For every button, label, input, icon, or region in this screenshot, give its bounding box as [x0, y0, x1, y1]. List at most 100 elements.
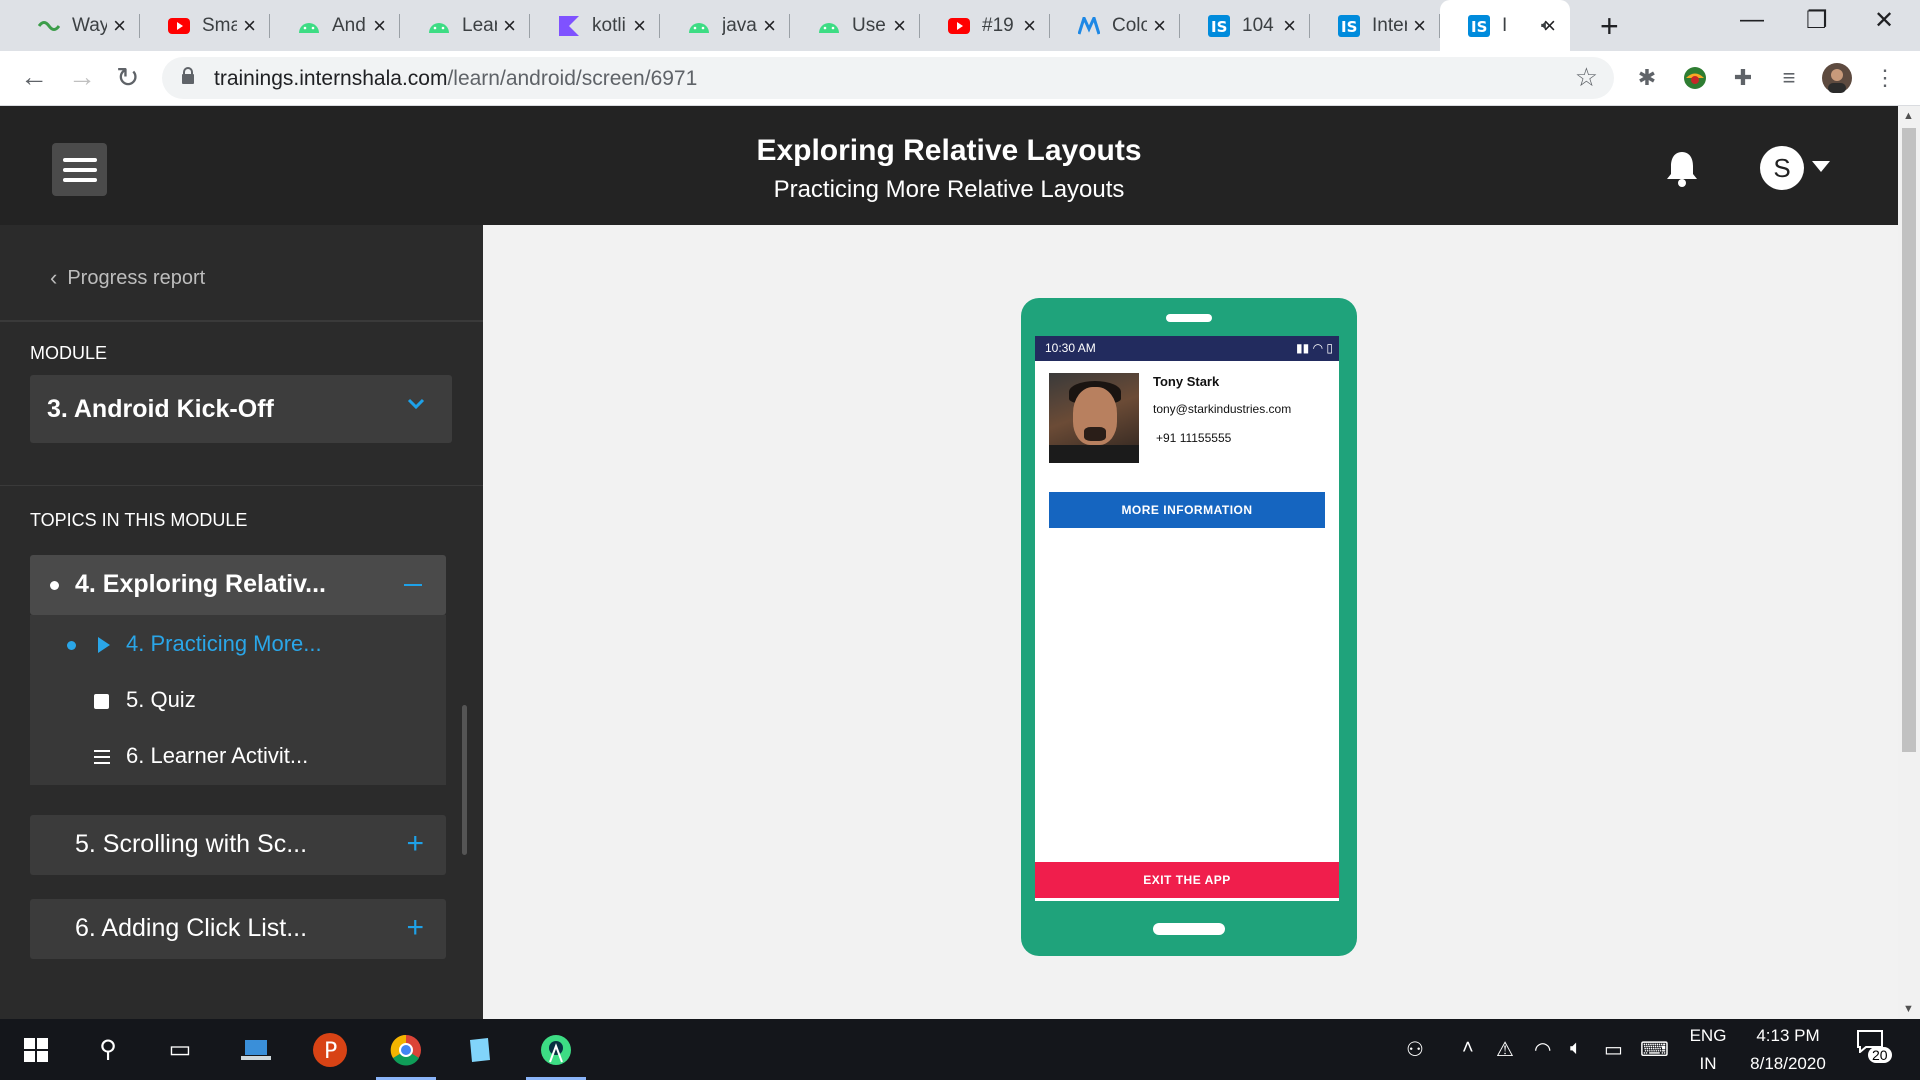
svg-text:IS: IS — [1341, 18, 1357, 36]
browser-tab[interactable]: Use × — [790, 0, 920, 51]
language-indicator[interactable]: ENG IN — [1688, 1026, 1728, 1074]
user-avatar[interactable]: S — [1760, 146, 1804, 190]
wifi-icon[interactable]: ◠ — [1534, 1037, 1551, 1062]
volume-icon[interactable]: 🔈︎ — [1570, 1037, 1582, 1060]
tab-title: 104 — [1242, 14, 1274, 36]
browser-tab[interactable]: IS 104 × — [1180, 0, 1310, 51]
tab-title: Way — [72, 14, 107, 36]
collapse-minus-icon[interactable] — [404, 584, 422, 586]
divider — [0, 485, 483, 486]
browser-tab[interactable]: IS I 🔈︎ × — [1440, 0, 1570, 51]
phone-home-button — [1153, 923, 1225, 935]
notification-bell-icon[interactable] — [1664, 148, 1700, 188]
close-tab-icon[interactable]: × — [893, 13, 906, 39]
task-view-icon[interactable]: ▭ — [144, 1019, 216, 1080]
close-tab-icon[interactable]: × — [113, 13, 126, 39]
minimize-icon[interactable]: — — [1740, 6, 1764, 34]
action-center-icon[interactable]: 20 — [1856, 1029, 1896, 1069]
profile-email: tony@starkindustries.com — [1153, 402, 1292, 416]
topic-item-active[interactable]: 4. Exploring Relativ... — [30, 555, 446, 615]
tab-title: Use — [852, 14, 886, 36]
module-label: MODULE — [30, 343, 108, 363]
exit-app-button[interactable]: EXIT THE APP — [1035, 862, 1339, 898]
browser-tab[interactable]: Colo × — [1050, 0, 1180, 51]
close-tab-icon[interactable]: × — [1283, 13, 1296, 39]
page-scrollbar[interactable]: ▲ ▼ — [1898, 106, 1920, 1019]
play-icon — [98, 637, 110, 653]
back-icon[interactable]: ← — [20, 61, 48, 93]
chrome-app-icon[interactable] — [370, 1019, 442, 1080]
browser-tab[interactable]: IS Inter × — [1310, 0, 1440, 51]
bookmark-star-icon[interactable]: ☆ — [1575, 62, 1598, 93]
close-tab-icon[interactable]: × — [1023, 13, 1036, 39]
windows-start-icon[interactable] — [0, 1019, 72, 1080]
security-warning-icon[interactable]: ⚠ — [1496, 1037, 1514, 1062]
close-tab-icon[interactable]: × — [1543, 13, 1556, 39]
notification-count-badge: 20 — [1868, 1047, 1892, 1063]
close-tab-icon[interactable]: × — [243, 13, 256, 39]
expand-plus-icon[interactable]: + — [406, 827, 424, 861]
show-hidden-icons-chevron-icon[interactable]: ˄ — [1462, 1037, 1474, 1060]
forward-icon[interactable]: → — [68, 61, 96, 93]
browser-tab[interactable]: java × — [660, 0, 790, 51]
clock[interactable]: 4:13 PM 8/18/2020 — [1740, 1026, 1836, 1074]
extension-bug-icon[interactable]: ✱ — [1632, 63, 1662, 93]
close-tab-icon[interactable]: × — [1413, 13, 1426, 39]
topic-item[interactable]: 5. Scrolling with Sc... + — [30, 815, 446, 875]
module-select[interactable]: 3. Android Kick-Off — [30, 375, 452, 443]
sidebar: ‹ Progress report MODULE 3. Android Kick… — [0, 225, 483, 1019]
expand-plus-icon[interactable]: + — [406, 911, 424, 945]
browser-tab[interactable]: kotli × — [530, 0, 660, 51]
keyboard-icon[interactable]: ⌨ — [1640, 1037, 1669, 1062]
waymo-icon — [38, 15, 60, 37]
close-tab-icon[interactable]: × — [633, 13, 646, 39]
svg-text:P: P — [324, 1039, 337, 1064]
topic-item[interactable]: 6. Adding Click List... + — [30, 899, 446, 959]
browser-tab[interactable]: Andr × — [270, 0, 400, 51]
laptop-app-icon[interactable] — [220, 1019, 292, 1080]
scroll-up-icon[interactable]: ▲ — [1903, 110, 1914, 122]
close-window-icon[interactable]: ✕ — [1874, 6, 1894, 35]
profile-avatar-icon[interactable] — [1822, 63, 1852, 93]
subtopic-item[interactable]: 6. Learner Activit... — [30, 729, 446, 785]
restore-icon[interactable]: ❐ — [1806, 6, 1828, 35]
chrome-menu-icon[interactable]: ⋮ — [1870, 63, 1900, 93]
subtopic-item[interactable]: 4. Practicing More... — [30, 617, 446, 673]
search-icon[interactable]: ⚲ — [72, 1019, 144, 1080]
subtopics-list: 4. Practicing More... 5. Quiz 6. Learner… — [30, 615, 446, 785]
more-information-button[interactable]: MORE INFORMATION — [1049, 492, 1325, 528]
browser-tab[interactable]: #19 × — [920, 0, 1050, 51]
topics-label: TOPICS IN THIS MODULE — [30, 510, 248, 530]
reload-icon[interactable]: ↻ — [116, 61, 139, 94]
tab-title: java — [722, 14, 757, 36]
address-bar[interactable]: trainings.internshala.com/learn/android/… — [162, 57, 1614, 99]
scroll-down-icon[interactable]: ▼ — [1903, 1003, 1914, 1015]
internshala-icon: IS — [1338, 14, 1360, 37]
new-tab-icon[interactable]: + — [1600, 8, 1619, 45]
android-studio-app-icon[interactable] — [520, 1019, 592, 1080]
extension-globe-icon[interactable] — [1680, 63, 1710, 93]
people-icon[interactable]: ⚇ — [1406, 1037, 1424, 1062]
tab-title: kotli — [592, 14, 626, 36]
browser-tab[interactable]: Way × — [10, 0, 140, 51]
phone-speaker — [1166, 314, 1212, 322]
svg-text:IS: IS — [1471, 18, 1487, 36]
android-icon — [428, 15, 450, 37]
battery-icon[interactable]: ▭ — [1604, 1037, 1623, 1062]
scroll-thumb[interactable] — [1902, 128, 1916, 752]
extensions-puzzle-icon[interactable]: ✚ — [1728, 63, 1758, 93]
media-queue-icon[interactable]: ≡ — [1774, 63, 1804, 93]
browser-tab[interactable]: Lear × — [400, 0, 530, 51]
browser-tab[interactable]: Sma × — [140, 0, 270, 51]
subtopic-item[interactable]: 5. Quiz — [30, 673, 446, 729]
close-tab-icon[interactable]: × — [503, 13, 516, 39]
user-menu-caret-icon[interactable] — [1812, 161, 1830, 172]
close-tab-icon[interactable]: × — [373, 13, 386, 39]
psiphon-app-icon[interactable]: P — [294, 1019, 366, 1080]
notepad-app-icon[interactable] — [444, 1019, 516, 1080]
close-tab-icon[interactable]: × — [1153, 13, 1166, 39]
progress-report-link[interactable]: ‹ Progress report — [50, 265, 205, 291]
close-tab-icon[interactable]: × — [763, 13, 776, 39]
tab-title: Inter — [1372, 14, 1407, 36]
sidebar-scrollbar[interactable] — [460, 555, 469, 1013]
